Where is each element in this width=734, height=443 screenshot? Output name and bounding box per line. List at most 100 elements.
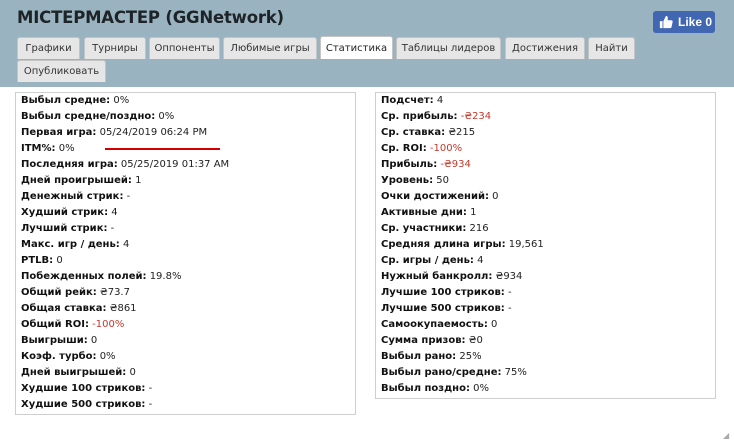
stat-value: 4: [111, 207, 118, 218]
stat-label: Выбыл рано/средне:: [381, 367, 502, 378]
stat-value: -: [148, 399, 153, 410]
stat-row: Уровень: 50: [376, 173, 715, 189]
stat-value: 0: [491, 319, 498, 330]
stat-value: 4: [477, 255, 484, 266]
stat-row: Худшие 500 стриков: -: [16, 397, 355, 413]
stat-value: -: [110, 223, 115, 234]
tab-label: Таблицы лидеров: [401, 43, 496, 54]
stat-value: 05/24/2019 06:24 PM: [99, 127, 208, 138]
tab-opponents[interactable]: Оппоненты: [149, 37, 220, 59]
stat-row: Ср. игры / день: 4: [376, 253, 715, 269]
stat-value: 50: [436, 175, 450, 186]
stat-row: Выбыл рано/средне: 75%: [376, 365, 715, 381]
stat-row: Нужный банкролл: ₴934: [376, 269, 715, 285]
stat-value: ₴215: [448, 127, 476, 138]
stat-value: ₴0: [468, 335, 483, 346]
stat-label: Активные дни:: [381, 207, 467, 218]
stat-label: Коэф. турбо:: [21, 351, 97, 362]
stat-label: Общий рейк:: [21, 287, 97, 298]
stat-label: Худшие 100 стриков:: [21, 383, 146, 394]
stat-label: Побежденных полей:: [21, 271, 147, 282]
stat-label: Выбыл средне:: [21, 95, 111, 106]
tab-statistics[interactable]: Статистика: [320, 36, 393, 59]
resize-grip-icon[interactable]: ◢: [723, 432, 731, 440]
stat-label: Нужный банкролл:: [381, 271, 493, 282]
stat-label: Выбыл средне/поздно:: [21, 111, 156, 122]
stat-row: Денежный стрик: -: [16, 189, 355, 205]
tab-search[interactable]: Найти: [588, 37, 635, 59]
right-stats-panel: Подсчет: 4 Ср. прибыль: -₴234 Ср. ставка…: [375, 92, 716, 399]
stat-label: Худший стрик:: [21, 207, 109, 218]
stat-row: Первая игра: 05/24/2019 06:24 PM: [16, 125, 355, 141]
stat-row: Сумма призов: ₴0: [376, 333, 715, 349]
stat-row: Ср. ROI: -100%: [376, 141, 715, 157]
stat-value: 0%: [113, 95, 130, 106]
stat-value: 0: [56, 255, 63, 266]
stat-label: Худшие 500 стриков:: [21, 399, 146, 410]
stat-label: Ср. участники:: [381, 223, 467, 234]
tab-favorite-games[interactable]: Любимые игры: [223, 37, 317, 59]
stat-value: 19.8%: [149, 271, 182, 282]
stat-row: Ср. прибыль: -₴234: [376, 109, 715, 125]
stat-value: -100%: [92, 319, 125, 330]
stat-value: -₴234: [460, 111, 492, 122]
stat-label: Общий ROI:: [21, 319, 89, 330]
stat-row: Макс. игр / день: 4: [16, 237, 355, 253]
stat-value: ₴934: [495, 271, 523, 282]
facebook-like-button[interactable]: Like 0: [653, 11, 715, 33]
thumbs-up-icon: [659, 15, 673, 29]
tab-label: Графики: [25, 43, 72, 54]
stat-row: Выигрыши: 0: [16, 333, 355, 349]
window-header: MICTEPMACTEP (GGNetwork) Like 0 Графики …: [0, 0, 734, 87]
stat-row: Выбыл средне/поздно: 0%: [16, 109, 355, 125]
stat-row: Общий рейк: ₴73.7: [16, 285, 355, 301]
stat-value: 1: [135, 175, 142, 186]
stat-row: Прибыль: -₴934: [376, 157, 715, 173]
stat-label: Выбыл рано:: [381, 351, 457, 362]
stat-label: Сумма призов:: [381, 335, 466, 346]
stat-label: Средняя длина игры:: [381, 239, 506, 250]
stat-label: Общая ставка:: [21, 303, 107, 314]
stat-value: ₴73.7: [99, 287, 130, 298]
stat-row: Самоокупаемость: 0: [376, 317, 715, 333]
stat-label: Подсчет:: [381, 95, 434, 106]
tab-charts[interactable]: Графики: [17, 37, 80, 59]
stat-row: Выбыл поздно: 0%: [376, 381, 715, 397]
stat-row: Лучшие 100 стриков: -: [376, 285, 715, 301]
stat-value: -: [148, 383, 153, 394]
tab-label: Опубликовать: [23, 66, 100, 77]
tab-achievements[interactable]: Достижения: [505, 37, 585, 59]
tab-label: Достижения: [512, 43, 578, 54]
stat-row: Очки достижений: 0: [376, 189, 715, 205]
tab-leaderboards[interactable]: Таблицы лидеров: [396, 37, 501, 59]
stat-row: Выбыл средне: 0%: [16, 93, 355, 109]
stat-row: PTLB: 0: [16, 253, 355, 269]
facebook-like-label: Like 0: [678, 15, 713, 29]
stat-row: Лучшие 500 стриков: -: [376, 301, 715, 317]
statistics-content: Выбыл средне: 0% Выбыл средне/поздно: 0%…: [0, 87, 734, 443]
tab-tournaments[interactable]: Турниры: [84, 37, 146, 59]
first-game-highlight-underline: [105, 148, 220, 150]
stat-row: Последняя игра: 05/25/2019 01:37 AM: [16, 157, 355, 173]
stat-value: 75%: [504, 367, 527, 378]
stat-value: 0%: [158, 111, 175, 122]
stat-value: 4: [122, 239, 130, 250]
stat-value: 0%: [58, 143, 75, 154]
stat-label: Денежный стрик:: [21, 191, 124, 202]
stat-value: 0: [129, 367, 136, 378]
stat-value: -₴934: [440, 159, 471, 170]
tab-label: Любимые игры: [230, 43, 310, 54]
stat-label: Ср. ROI:: [381, 143, 427, 154]
stat-value: -: [508, 303, 512, 314]
stat-row: Коэф. турбо: 0%: [16, 349, 355, 365]
window-title: MICTEPMACTEP (GGNetwork): [17, 8, 284, 27]
stat-row: Побежденных полей: 19.8%: [16, 269, 355, 285]
stat-label: Лучший стрик:: [21, 223, 108, 234]
stat-row: Худший стрик: 4: [16, 205, 355, 221]
stat-label: Очки достижений:: [381, 191, 489, 202]
stat-value: -: [508, 287, 512, 298]
tab-publish[interactable]: Опубликовать: [17, 60, 106, 82]
tab-label: Турниры: [92, 43, 138, 54]
stat-value: -: [126, 191, 131, 202]
tab-label: Найти: [595, 43, 628, 54]
